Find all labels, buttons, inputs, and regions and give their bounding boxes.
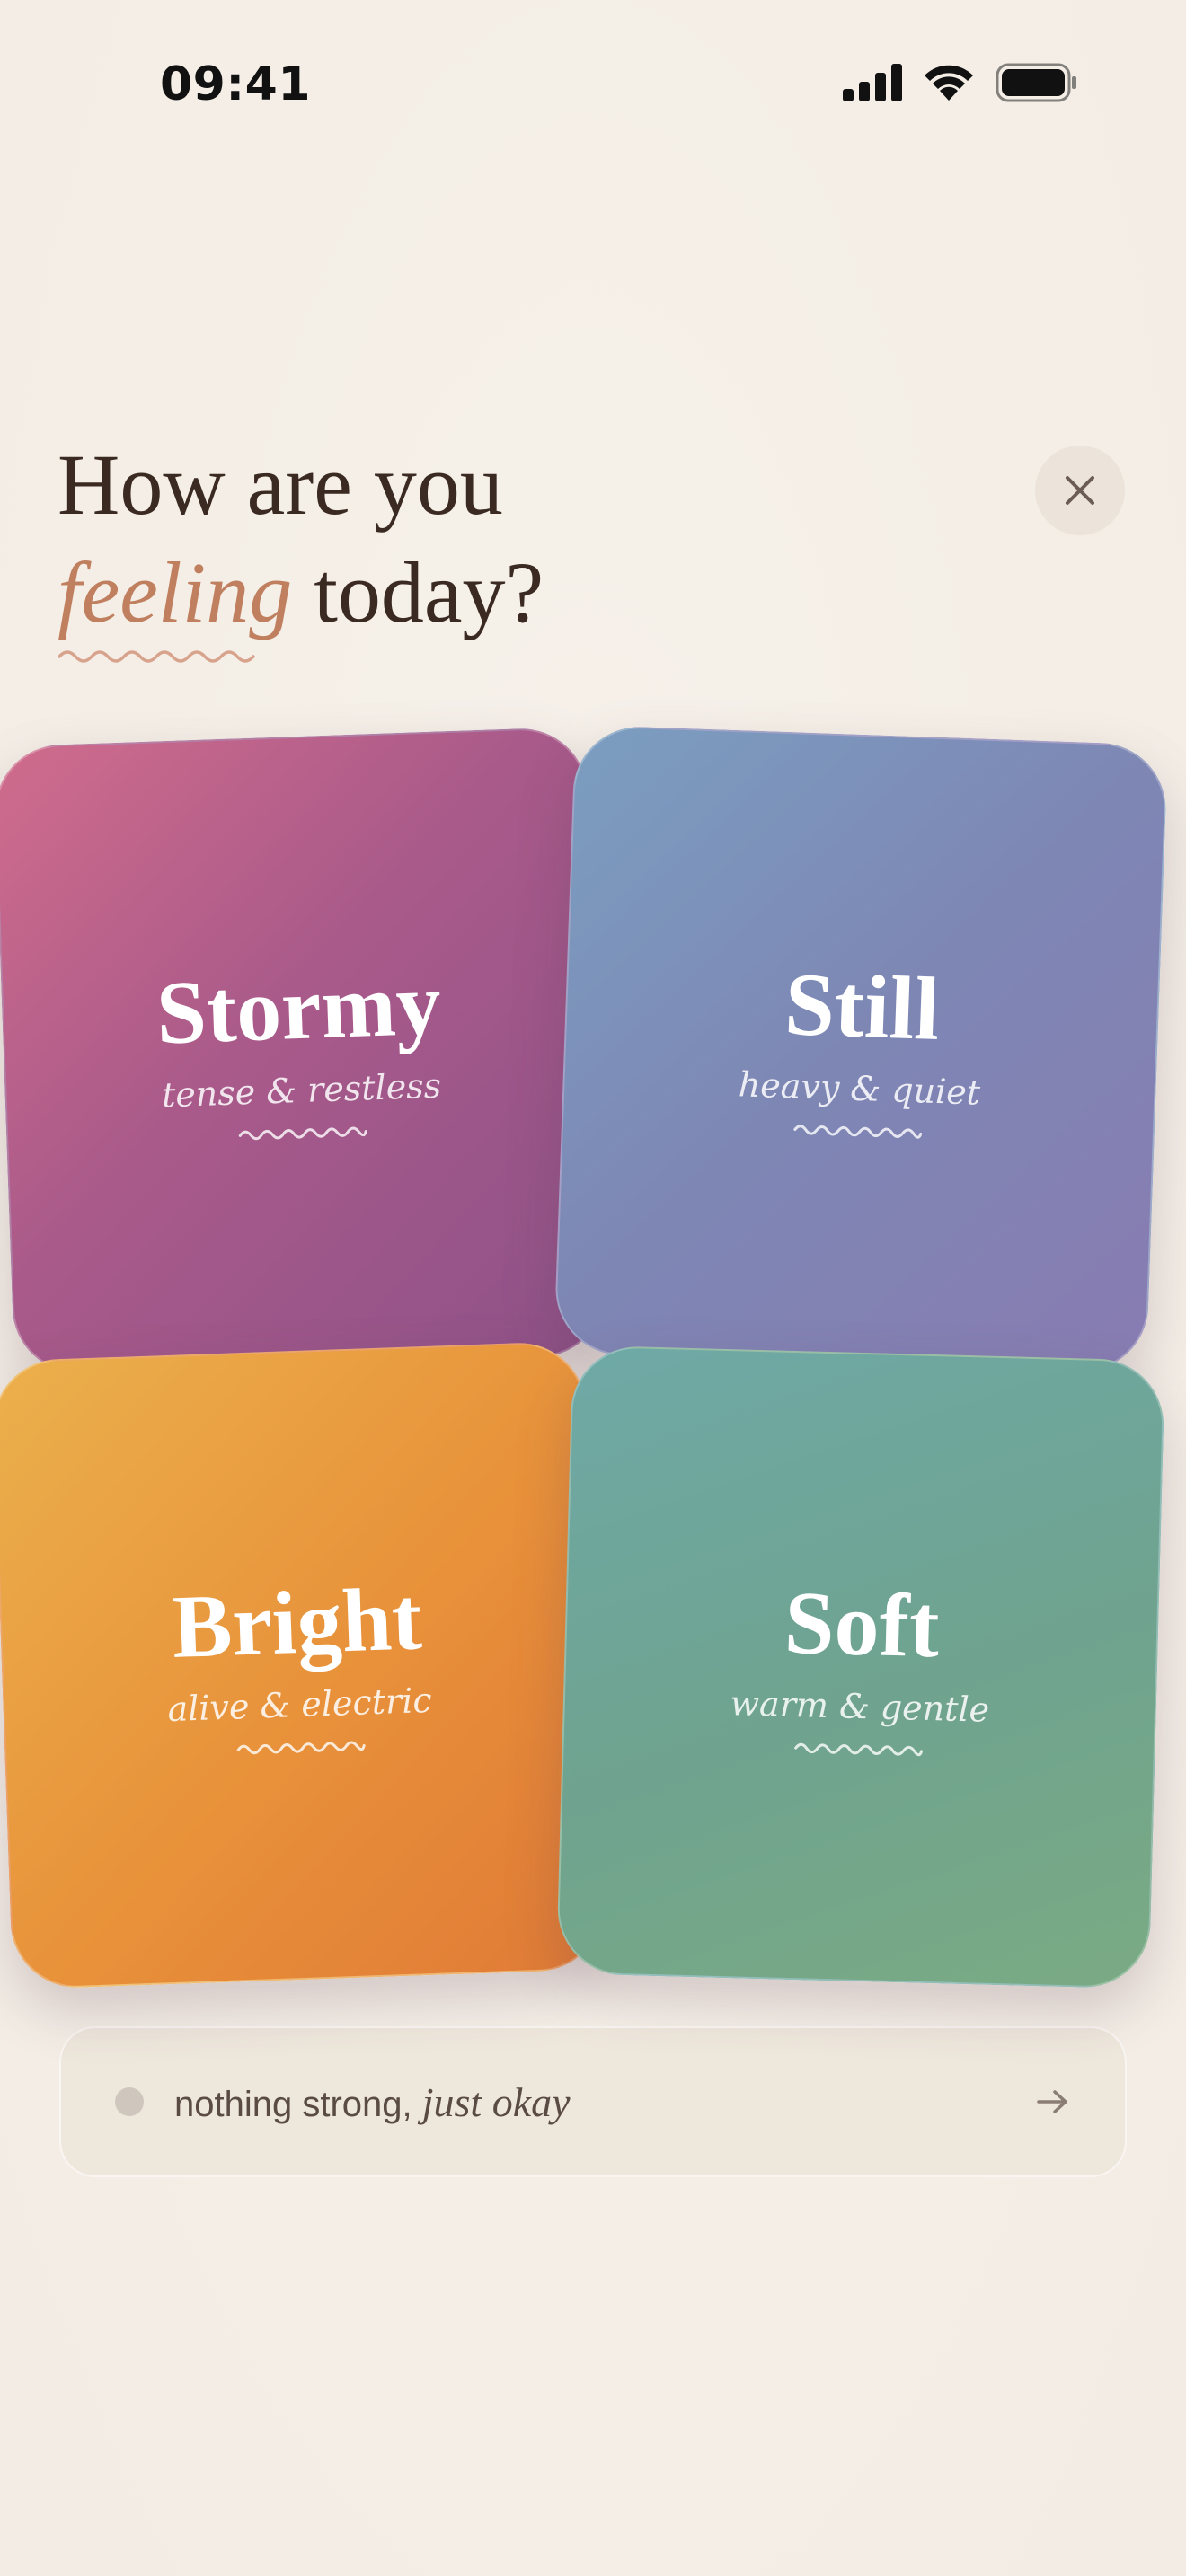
squiggle-underline-icon bbox=[58, 650, 255, 663]
cellular-signal-icon bbox=[843, 64, 902, 101]
neutral-dot-icon bbox=[115, 2087, 144, 2116]
neutral-mood-option[interactable]: nothing strong, just okay bbox=[59, 2026, 1127, 2177]
neutral-option-italic: just okay bbox=[421, 2078, 571, 2125]
mood-title: Bright bbox=[170, 1568, 424, 1677]
mood-subtitle: heavy & quiet bbox=[738, 1064, 981, 1113]
mood-card-soft[interactable]: Soft warm & gentle bbox=[555, 1345, 1166, 1989]
neutral-option-text: nothing strong, bbox=[174, 2084, 422, 2124]
wave-icon bbox=[794, 1742, 924, 1757]
wave-icon bbox=[236, 1741, 366, 1755]
title-line-1: How are you bbox=[58, 437, 503, 533]
page-title: How are you feeling today? bbox=[58, 431, 544, 663]
status-time: 09:41 bbox=[160, 57, 312, 111]
mood-card-bright[interactable]: Bright alive & electric bbox=[0, 1340, 606, 1990]
battery-icon bbox=[996, 63, 1076, 102]
mood-subtitle: tense & restless bbox=[161, 1065, 442, 1116]
mood-title: Still bbox=[783, 954, 942, 1060]
mood-check-screen: 09:41 How are you feeling today? Stormy … bbox=[0, 0, 1186, 2576]
mood-subtitle: alive & electric bbox=[166, 1680, 433, 1730]
close-button[interactable] bbox=[1035, 446, 1125, 535]
wave-icon bbox=[793, 1125, 923, 1139]
wave-icon bbox=[238, 1126, 367, 1141]
neutral-option-label: nothing strong, just okay bbox=[174, 2078, 571, 2126]
title-accent-text: feeling bbox=[58, 544, 293, 640]
arrow-right-icon bbox=[1037, 2090, 1067, 2113]
wifi-icon bbox=[925, 65, 973, 101]
mood-card-stormy[interactable]: Stormy tense & restless bbox=[0, 726, 608, 1376]
close-icon bbox=[1066, 476, 1094, 505]
status-icons bbox=[843, 63, 1078, 102]
title-accent-word: feeling bbox=[58, 544, 314, 663]
title-line-2-rest: today? bbox=[314, 544, 544, 640]
mood-subtitle: warm & gentle bbox=[730, 1683, 990, 1730]
mood-title: Soft bbox=[783, 1572, 941, 1677]
mood-title: Stormy bbox=[155, 953, 443, 1063]
mood-card-still[interactable]: Still heavy & quiet bbox=[553, 724, 1169, 1374]
